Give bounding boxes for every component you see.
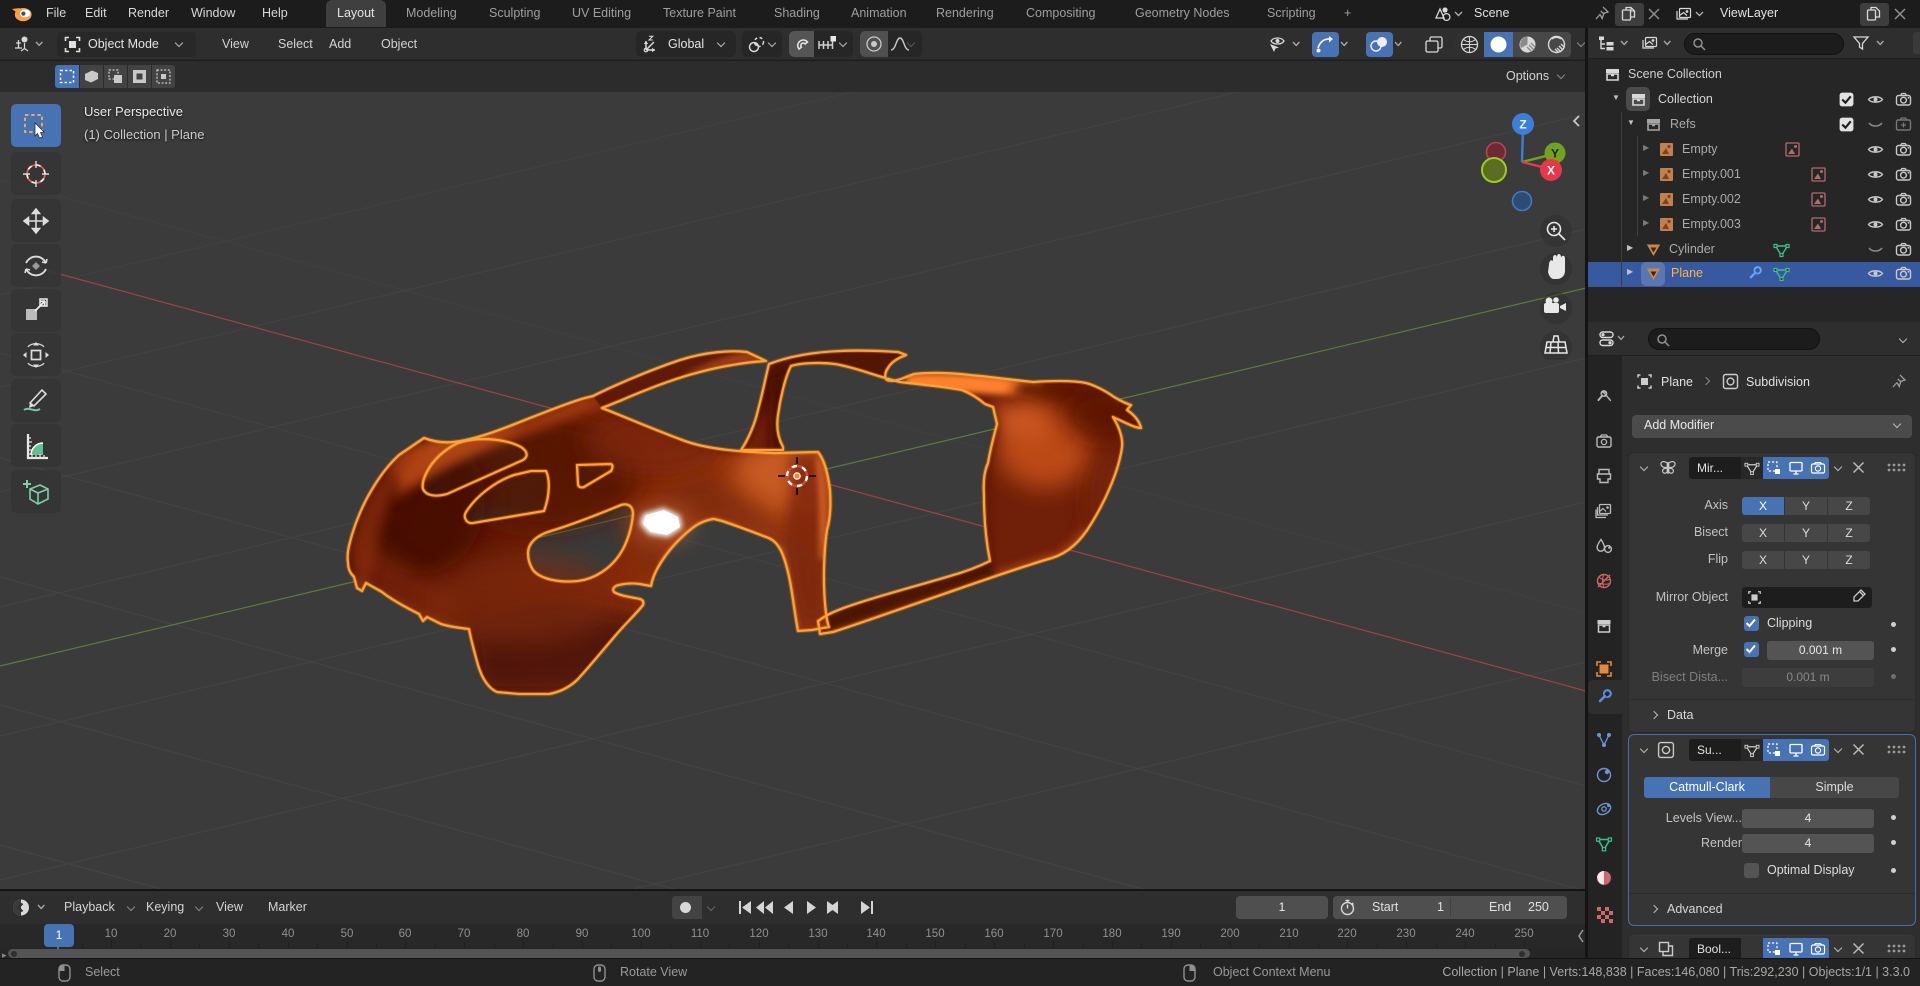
svg-text:X: X	[1547, 164, 1555, 178]
svg-text:Y: Y	[1551, 147, 1559, 161]
svg-text:Z: Z	[1519, 118, 1526, 132]
